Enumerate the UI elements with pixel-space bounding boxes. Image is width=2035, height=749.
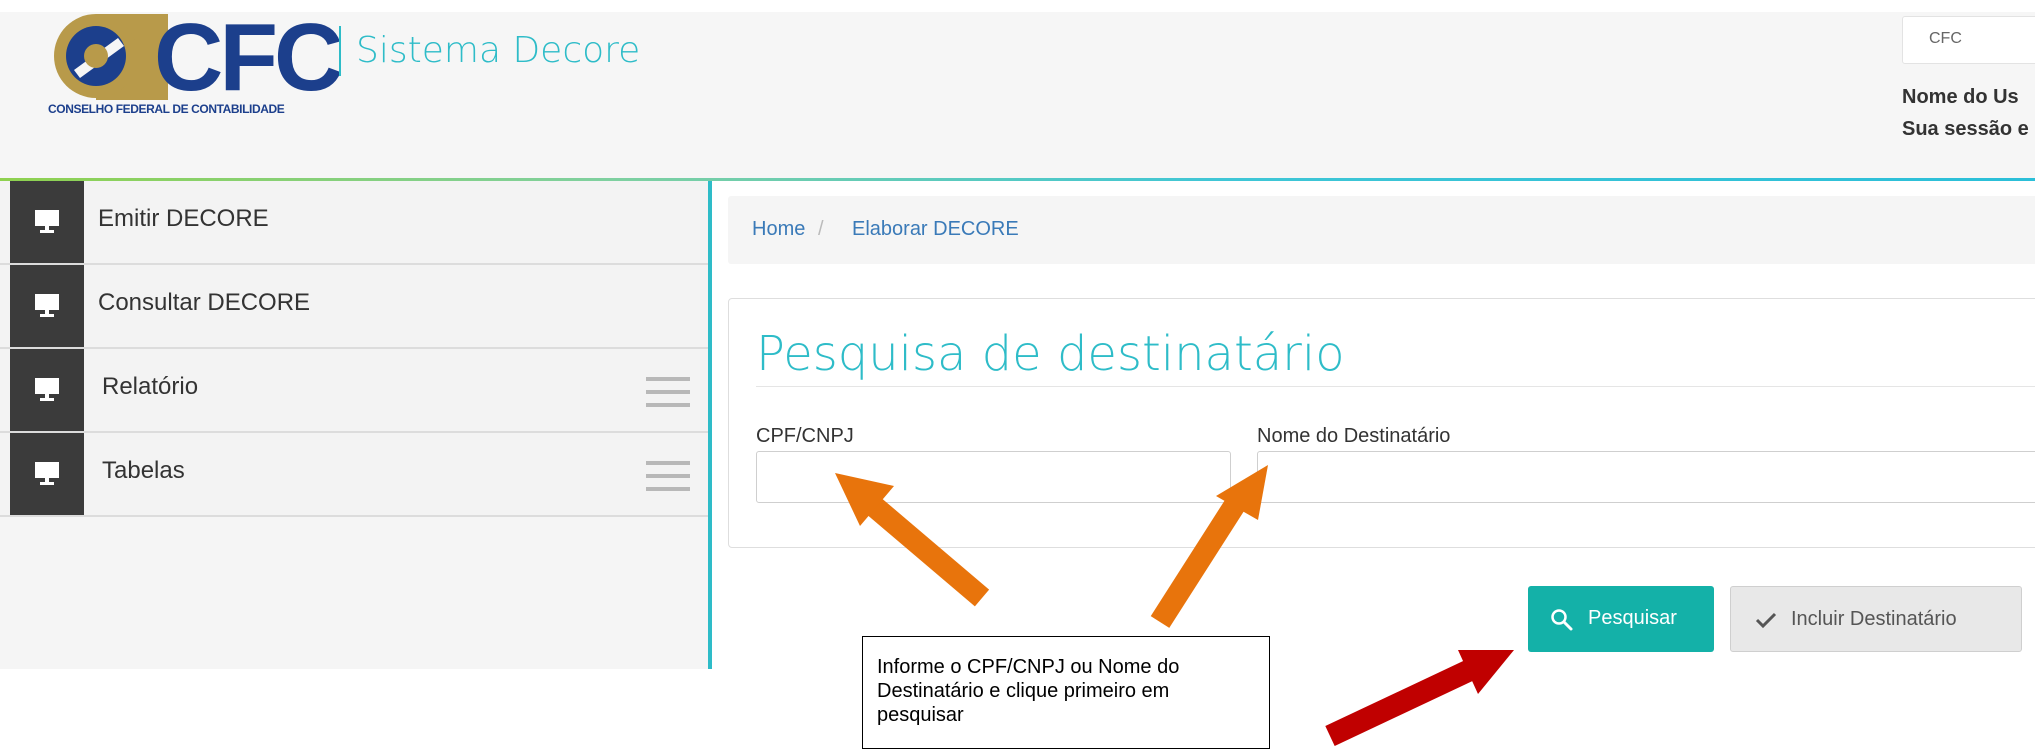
search-icon — [1551, 609, 1573, 631]
recipient-name-label: Nome do Destinatário — [1257, 425, 1451, 447]
breadcrumb-current[interactable]: Elaborar DECORE — [852, 218, 1019, 241]
add-recipient-button[interactable]: Incluir Destinatário — [1730, 586, 2022, 652]
org-select[interactable]: CFC — [1902, 16, 2035, 64]
monitor-icon — [35, 294, 59, 317]
logo-divider — [339, 26, 341, 76]
hamburger-menu-icon[interactable] — [646, 461, 690, 491]
user-name: Nome do Us — [1902, 86, 2019, 108]
search-button[interactable]: Pesquisar — [1528, 586, 1714, 652]
cpf-cnpj-input[interactable] — [756, 451, 1231, 503]
monitor-icon — [35, 378, 59, 401]
sidebar-item-emitir-decore[interactable]: Emitir DECORE — [0, 181, 708, 265]
logo-text: CFC — [154, 4, 343, 111]
sidebar-icon-box — [10, 433, 84, 515]
breadcrumb-home[interactable]: Home — [752, 218, 805, 241]
monitor-icon — [35, 210, 59, 233]
instruction-callout: Informe o CPF/CNPJ ou Nome do Destinatár… — [862, 636, 1270, 749]
breadcrumb-separator: / — [818, 218, 824, 240]
sidebar-item-label: Tabelas — [102, 457, 185, 484]
sidebar: Emitir DECORE Consultar DECORE Relatório… — [0, 181, 708, 669]
sidebar-icon-box — [10, 349, 84, 431]
search-button-label: Pesquisar — [1588, 607, 1677, 629]
logo-subtitle: CONSELHO FEDERAL DE CONTABILIDADE — [48, 102, 285, 116]
sidebar-icon-box — [10, 181, 84, 263]
sidebar-item-label: Relatório — [102, 373, 199, 400]
checkmark-icon — [1755, 612, 1777, 629]
panel-title-rule — [756, 386, 2035, 387]
session-info: Sua sessão e — [1902, 118, 2029, 140]
system-name: Sistema Decore — [356, 30, 641, 71]
monitor-icon — [35, 462, 59, 485]
hamburger-menu-icon[interactable] — [646, 377, 690, 407]
sidebar-border — [708, 181, 712, 669]
sidebar-item-tabelas[interactable]: Tabelas — [0, 433, 708, 517]
red-arrow-to-search-icon — [1325, 650, 1514, 746]
cpf-cnpj-label: CPF/CNPJ — [756, 425, 854, 447]
sidebar-item-consultar-decore[interactable]: Consultar DECORE — [0, 265, 708, 349]
add-recipient-button-label: Incluir Destinatário — [1791, 608, 1957, 630]
cfc-emblem-icon — [54, 14, 168, 100]
sidebar-item-relatorio[interactable]: Relatório — [0, 349, 708, 433]
panel-title: Pesquisa de destinatário — [756, 326, 1345, 382]
recipient-name-input[interactable] — [1257, 451, 2035, 503]
org-select-value: CFC — [1929, 30, 1962, 47]
sidebar-icon-box — [10, 265, 84, 347]
sidebar-item-label: Emitir DECORE — [98, 205, 269, 232]
sidebar-item-label: Consultar DECORE — [98, 289, 311, 316]
breadcrumb: Home / Elaborar DECORE — [728, 196, 2035, 264]
